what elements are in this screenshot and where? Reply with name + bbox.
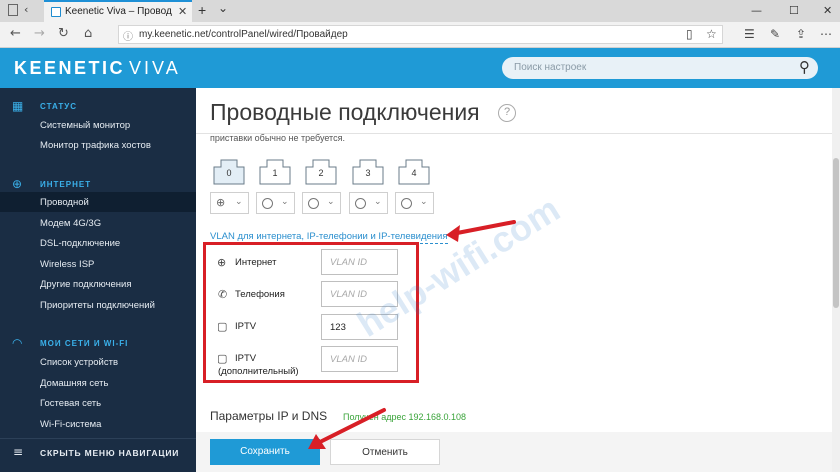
minimize-icon[interactable]: — — [751, 4, 762, 17]
port-2-mode-select[interactable]: ⌄ — [302, 192, 341, 214]
sidebar-item-wifi-system[interactable]: Wi-Fi-система — [40, 419, 101, 430]
url-text: my.keenetic.net/controlPanel/wired/Прова… — [139, 29, 348, 40]
keenetic-favicon-icon — [51, 7, 61, 17]
chevron-down-icon: ⌄ — [235, 197, 243, 207]
sidebar-item-home-network[interactable]: Домашняя сеть — [40, 378, 108, 389]
port-4[interactable]: 4 — [398, 159, 430, 185]
vlan-iptv-extra-sublabel: (дополнительный) — [218, 366, 299, 377]
globe-icon: ⊕ — [217, 256, 227, 269]
new-tab-button[interactable]: + — [198, 2, 206, 18]
tab-list-icon[interactable]: ⌄ — [218, 1, 228, 15]
vlan-internet-label: Интернет — [235, 257, 277, 268]
circle-icon — [262, 198, 273, 209]
sidebar-item-priorities[interactable]: Приоритеты подключений — [40, 300, 155, 311]
browser-tab[interactable]: Keenetic Viva – Провод ✕ — [44, 0, 192, 22]
back-icon[interactable]: ← — [10, 26, 21, 41]
tv-icon: ▢ — [217, 352, 228, 365]
help-icon[interactable]: ? — [498, 104, 516, 122]
tab-back-icon[interactable]: ‹ — [24, 3, 28, 16]
port-1-mode-select[interactable]: ⌄ — [256, 192, 295, 214]
chevron-down-icon: ⌄ — [327, 197, 335, 207]
sidebar-item-wireless-isp[interactable]: Wireless ISP — [40, 259, 94, 270]
menu-icon: ≡ — [13, 445, 24, 459]
globe-icon: ⊕ — [216, 196, 226, 209]
notes-pen-icon[interactable]: ✎ — [770, 27, 780, 41]
port-3-mode-select[interactable]: ⌄ — [349, 192, 388, 214]
page-title: Проводные подключения — [210, 99, 480, 125]
circle-icon — [401, 198, 412, 209]
chevron-down-icon: ⌄ — [281, 197, 289, 207]
circle-icon — [355, 198, 366, 209]
sidebar-active-highlight — [0, 192, 196, 212]
port-label: 4 — [411, 168, 417, 178]
globe-icon: ⊕ — [12, 177, 23, 191]
sidebar-item-devices[interactable]: Список устройств — [40, 357, 118, 368]
sidebar-section-internet[interactable]: ИНТЕРНЕТ — [40, 180, 91, 189]
chevron-down-icon: ⌄ — [420, 197, 428, 207]
sidebar-item-other-connections[interactable]: Другие подключения — [40, 279, 131, 290]
hide-navigation-button[interactable]: СКРЫТЬ МЕНЮ НАВИГАЦИИ — [40, 448, 179, 458]
chevron-down-icon: ⌄ — [374, 197, 382, 207]
reading-view-icon[interactable]: ▯ — [686, 27, 693, 41]
note-text: приставки обычно не требуется. — [210, 133, 345, 143]
forward-icon[interactable]: → — [34, 26, 45, 41]
port-0-mode-select[interactable]: ⊕ ⌄ — [210, 192, 249, 214]
sidebar-item-wired[interactable]: Проводной — [40, 197, 89, 208]
refresh-icon[interactable]: ↻ — [58, 26, 69, 41]
scrollbar-thumb[interactable] — [833, 158, 839, 308]
address-bar[interactable]: ⓘ my.keenetic.net/controlPanel/wired/Про… — [118, 25, 723, 44]
page-info-icon[interactable]: ⓘ — [123, 28, 133, 43]
vlan-iptv-extra-input[interactable] — [321, 346, 398, 372]
more-menu-icon[interactable]: ⋯ — [820, 27, 832, 41]
tv-icon: ▢ — [217, 320, 228, 333]
port-4-mode-select[interactable]: ⌄ — [395, 192, 434, 214]
wifi-icon: ◠ — [12, 336, 23, 350]
port-label: 2 — [318, 168, 324, 178]
tab-title: Keenetic Viva – Провод — [65, 6, 172, 17]
sidebar-item-guest-network[interactable]: Гостевая сеть — [40, 398, 101, 409]
annotation-arrow-vlan — [446, 220, 516, 242]
window-close-icon[interactable]: ✕ — [823, 4, 832, 17]
share-icon[interactable]: ⇪ — [796, 27, 806, 41]
vlan-telephony-label: Телефония — [235, 289, 285, 300]
home-icon[interactable]: ⌂ — [84, 26, 92, 41]
port-label: 0 — [226, 168, 232, 178]
phone-icon: ✆ — [218, 288, 228, 301]
port-label: 1 — [272, 168, 278, 178]
logo-model: VIVA — [129, 58, 181, 78]
port-1[interactable]: 1 — [259, 159, 291, 185]
vlan-internet-input[interactable] — [321, 249, 398, 275]
sidebar-item-modem[interactable]: Модем 4G/3G — [40, 218, 101, 229]
maximize-icon[interactable]: ☐ — [789, 4, 799, 17]
settings-search[interactable]: Поиск настроек ⚲ — [502, 57, 818, 79]
port-0[interactable]: 0 — [213, 159, 245, 185]
vlan-iptv-extra-label: IPTV — [235, 353, 257, 364]
annotation-arrow-save — [308, 408, 386, 449]
favorites-list-icon[interactable]: ☰ — [744, 27, 755, 41]
search-icon[interactable]: ⚲ — [799, 58, 810, 76]
port-3[interactable]: 3 — [352, 159, 384, 185]
tab-actions-icon[interactable] — [8, 4, 18, 16]
tab-close-icon[interactable]: ✕ — [178, 5, 187, 18]
port-2[interactable]: 2 — [305, 159, 337, 185]
circle-icon — [308, 198, 319, 209]
port-label: 3 — [365, 168, 371, 178]
sidebar-item-traffic-monitor[interactable]: Монитор трафика хостов — [40, 140, 151, 151]
keenetic-logo[interactable]: KEENETIC VIVA — [14, 58, 181, 79]
vlan-iptv-label: IPTV — [235, 321, 257, 332]
logo-brand: KEENETIC — [14, 58, 126, 78]
favorite-star-icon[interactable]: ☆ — [706, 27, 717, 41]
sidebar-item-dsl[interactable]: DSL-подключение — [40, 238, 120, 249]
search-placeholder: Поиск настроек — [514, 62, 587, 73]
sidebar-section-wifi[interactable]: МОИ СЕТИ И WI-FI — [40, 339, 128, 348]
dashboard-icon: ▦ — [12, 99, 24, 113]
sidebar-item-system-monitor[interactable]: Системный монитор — [40, 120, 130, 131]
sidebar-section-status[interactable]: СТАТУС — [40, 102, 77, 111]
